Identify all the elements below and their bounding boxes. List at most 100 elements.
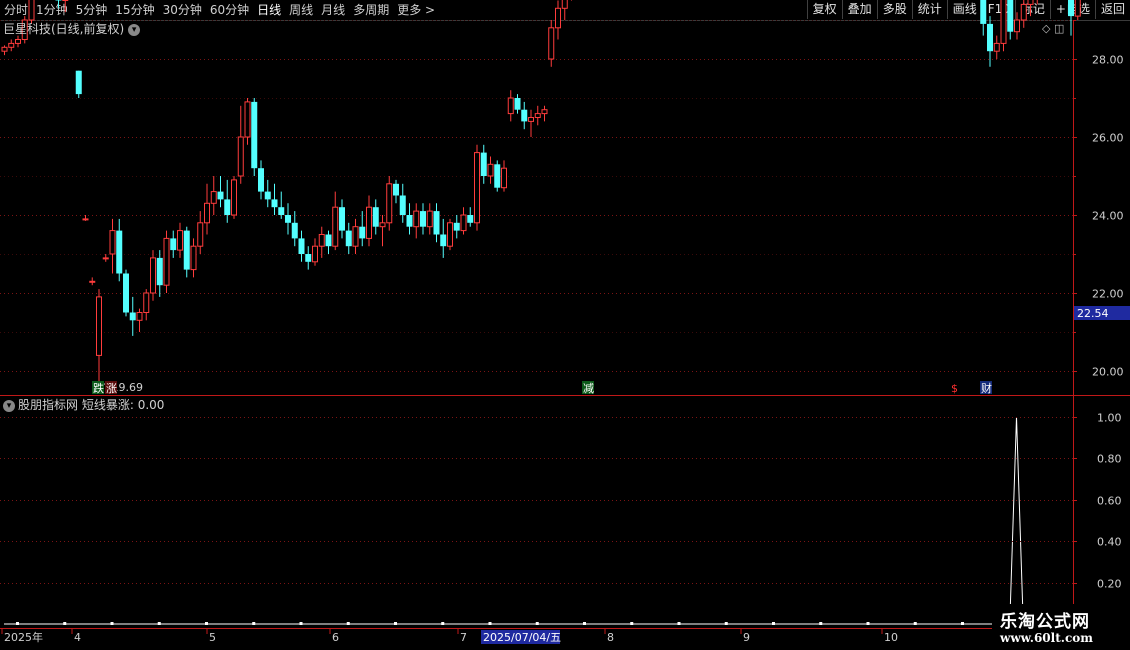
candle-body-down: [433, 211, 440, 235]
candle-body-down: [298, 238, 305, 254]
indicator-point: [157, 622, 161, 625]
indicator-layer: [4, 416, 1130, 625]
candle-body-down: [278, 207, 285, 215]
panel-toggle-icon[interactable]: ◫: [1054, 22, 1064, 35]
candle-body-down: [339, 207, 345, 231]
candle-body-down: [514, 98, 521, 110]
candle-body-down: [440, 234, 447, 247]
indicator-point: [441, 622, 445, 625]
candle-body-up: [102, 257, 109, 260]
candle-body-up: [8, 42, 15, 48]
candle-body-up: [413, 210, 420, 228]
candle-body-down: [116, 230, 123, 274]
chevron-down-icon[interactable]: ▾: [3, 399, 15, 412]
watermark-line2: www.60lt.com: [1000, 631, 1093, 645]
candle-body-up: [163, 237, 170, 286]
candle-body-up: [318, 234, 325, 247]
date-tick-label: 10: [884, 631, 898, 644]
candle-body-up: [204, 202, 210, 224]
indicator-name: 股朋指标网: [18, 398, 79, 412]
candle-body-up: [487, 163, 494, 177]
candle-body-up: [190, 245, 197, 271]
candle-body-down: [75, 70, 82, 95]
indicator-axis: 0.20 0.40 0.60 0.80 1.00: [0, 412, 1122, 591]
candle-body-down: [453, 222, 460, 231]
candle-body-down: [480, 152, 487, 176]
candle-body-down: [359, 226, 366, 239]
indicator-point: [488, 622, 492, 625]
candle-body-up: [561, 0, 568, 9]
candle-layer: [1, 0, 1081, 384]
price-tick-label: 24.00: [1092, 210, 1124, 223]
candle-body-up: [237, 136, 244, 177]
indicator-tick-label: 0.80: [1097, 453, 1122, 466]
candle-body-down: [305, 254, 312, 262]
stock-title[interactable]: 巨星科技(日线,前复权) ▾: [3, 21, 141, 37]
candle-body-down: [129, 312, 136, 321]
chart-canvas[interactable]: 20.0022.0024.0026.0028.0030.0032.0034.00…: [0, 0, 1130, 650]
candle-body-down: [258, 168, 264, 192]
watermark-line1: 乐淘公式网: [1000, 612, 1090, 632]
indicator-point: [961, 622, 964, 625]
date-cursor-label: 2025/07/04/五: [483, 631, 561, 644]
candle-body-up: [501, 167, 507, 189]
indicator-point: [724, 622, 728, 625]
candle-body-up: [96, 296, 102, 356]
candle-body-up: [231, 179, 237, 216]
indicator-series-label: 短线暴涨: [81, 398, 130, 412]
date-tick-label: 9: [743, 631, 750, 644]
indicator-tick-label: 0.40: [1097, 536, 1122, 549]
date-axis: 2025年 4 5 6 7 2025/07/04/五 8 9 10: [1, 629, 898, 644]
candle-body-up: [1027, 0, 1034, 5]
candle-body-up: [379, 222, 386, 228]
indicator-value: 0.00: [137, 398, 165, 412]
candle-body-down: [393, 183, 399, 196]
candle-body-down: [372, 207, 379, 227]
candle-body-up: [28, 0, 35, 21]
candle-body-down: [325, 234, 332, 247]
candle-body-up: [210, 191, 217, 204]
candle-body-down: [170, 238, 177, 251]
event-marker-rise: 涨: [106, 382, 117, 395]
candle-body-down: [1007, 0, 1014, 32]
candle-body-down: [224, 199, 231, 215]
indicator-title[interactable]: ▾ 股朋指标网 短线暴涨: 0.00: [3, 397, 164, 413]
indicator-point: [63, 622, 67, 625]
candle-body-down: [55, 0, 62, 1]
price-tick-label: 28.00: [1092, 54, 1124, 67]
price-tick-label: 22.00: [1092, 288, 1124, 301]
candle-body-up: [150, 257, 156, 294]
indicator-point: [346, 622, 350, 625]
indicator-tick-label: 0.20: [1097, 578, 1122, 591]
candle-body-up: [460, 214, 467, 232]
candle-body-up: [1074, 0, 1081, 17]
candle-body-up: [507, 97, 514, 115]
candle-body-down: [987, 23, 993, 52]
candle-body-down: [264, 191, 271, 200]
indicator-point: [677, 622, 681, 625]
price-axis: 20.0022.0024.0026.0028.0030.0032.0034.00…: [1073, 20, 1130, 379]
candle-body-up: [1000, 0, 1007, 44]
diamond-icon[interactable]: ◇: [1042, 22, 1050, 35]
chevron-down-icon[interactable]: ▾: [128, 23, 141, 36]
candle-body-down: [521, 109, 528, 122]
date-tick-label: 8: [607, 631, 614, 644]
indicator-point: [819, 622, 823, 625]
current-price-label: 22.54: [1077, 307, 1109, 320]
candle-body-up: [528, 117, 534, 122]
candle-body-down: [251, 101, 258, 169]
indicator-line: [4, 416, 1130, 625]
indicator-point: [299, 622, 303, 625]
indicator-tick-label: 1.00: [1097, 412, 1122, 425]
indicator-tick-label: 0.60: [1097, 495, 1122, 508]
candle-body-up: [332, 206, 339, 247]
candle-body-up: [1, 46, 8, 52]
indicator-point: [913, 622, 917, 625]
indicator-point: [535, 622, 539, 625]
date-tick-label: 6: [332, 631, 339, 644]
candle-body-down: [345, 230, 352, 247]
indicator-point: [630, 622, 634, 625]
date-tick-label: 5: [209, 631, 216, 644]
date-tick-label: 2025年: [4, 630, 43, 644]
indicator-point: [866, 622, 870, 625]
